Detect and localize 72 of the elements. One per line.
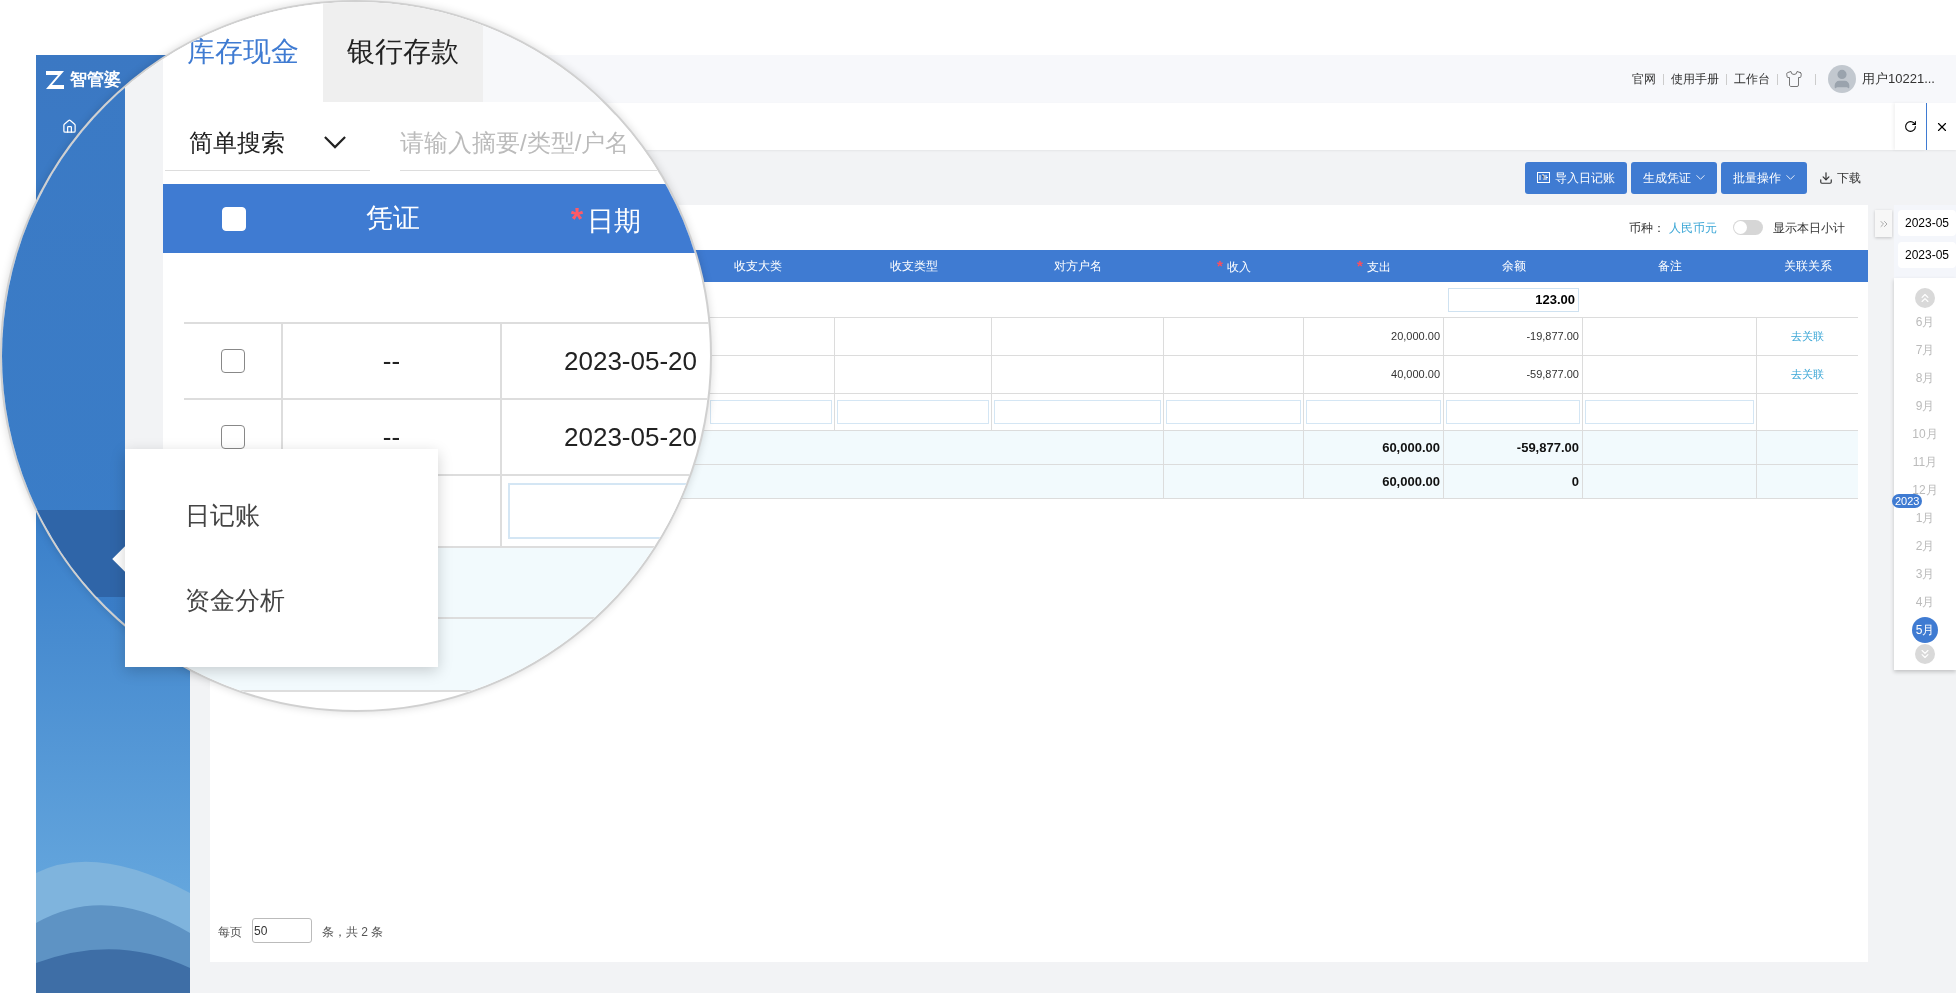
table-cell-text: 2023-05-20 (563, 344, 698, 378)
checkbox[interactable] (220, 349, 245, 373)
toolbar-button[interactable]: 导入日记账 (1525, 161, 1627, 194)
column-header: 关联关系 (1783, 258, 1832, 275)
currency-link[interactable]: 人民币元 (1669, 218, 1717, 237)
column-header: *日期 (570, 199, 642, 239)
refresh-icon (1904, 120, 1917, 133)
checkbox[interactable] (220, 425, 245, 449)
menu-item[interactable]: 日记账 (185, 496, 438, 534)
column-header: 余额 (1501, 258, 1526, 275)
avatar[interactable] (1828, 65, 1856, 93)
column-header: * 收入 (1217, 255, 1251, 276)
chevron-down-icon (324, 136, 346, 149)
month-item[interactable]: 5月 (1912, 617, 1938, 643)
import-icon (1537, 172, 1550, 183)
header-link[interactable]: 工作台 (1734, 70, 1770, 88)
tab[interactable]: 银行存款 (323, 2, 483, 102)
download-button[interactable]: 下载 (1819, 161, 1861, 194)
input-field[interactable] (994, 400, 1161, 424)
unlink-link[interactable]: 去关联 (1791, 366, 1824, 383)
download-icon (1819, 170, 1833, 185)
column-header: 凭证 (365, 202, 420, 236)
column-header: * 支出 (1357, 255, 1391, 276)
unlink-link[interactable]: 去关联 (1791, 328, 1824, 345)
input-field[interactable] (710, 400, 832, 424)
table-cell: 60,000.00 (1304, 465, 1444, 499)
chevron-down-icon (1696, 175, 1705, 180)
double-chevron-down-icon (1918, 647, 1932, 661)
column-header: 收支大类 (733, 258, 782, 275)
input-field[interactable] (1306, 400, 1441, 424)
input-field[interactable] (1446, 400, 1580, 424)
toggle-label: 显示本日小计 (1773, 219, 1845, 237)
scroll-down-button[interactable] (1915, 644, 1935, 664)
table-cell-text: 2023-05-20 (563, 420, 698, 454)
input-field[interactable] (1585, 400, 1754, 424)
table-cell: -59,877.00 (1444, 356, 1583, 394)
input-field[interactable] (1166, 400, 1301, 424)
input-field[interactable] (837, 400, 989, 424)
opening-balance-field[interactable]: 123.00 (1448, 287, 1579, 312)
collapse-button[interactable] (1875, 210, 1892, 237)
header-link[interactable]: 使用手册 (1671, 70, 1719, 88)
home-icon[interactable] (62, 119, 77, 134)
double-chevron-up-icon (1918, 291, 1932, 305)
column-header: 备注 (1658, 258, 1682, 275)
column-header: 收支类型 (889, 258, 938, 275)
page-size-label: 每页 (218, 924, 242, 941)
refresh-button[interactable] (1895, 103, 1926, 150)
currency-label: 币种： (1629, 219, 1665, 237)
toggle-switch[interactable] (1733, 220, 1763, 235)
page-size-field[interactable]: 50 (252, 918, 312, 943)
table-cell: 40,000.00 (1304, 356, 1444, 394)
user-name[interactable]: 用户10221... (1862, 69, 1935, 89)
table-cell: 20,000.00 (1304, 318, 1444, 356)
search-mode-dropdown[interactable]: 简单搜索 (165, 115, 370, 171)
tab[interactable]: 库存现金 (163, 2, 323, 102)
date-field[interactable]: 2023-05 (1898, 242, 1956, 268)
logo-icon (44, 69, 66, 91)
table-cell: 0 (1444, 465, 1583, 499)
pagination-summary: 条，共 2 条 (322, 924, 384, 941)
toolbar-button[interactable]: 生成凭证 (1631, 161, 1717, 194)
table-cell: -- (283, 324, 502, 398)
table-cell: -19,877.00 (1444, 318, 1583, 356)
toolbar-button[interactable]: 批量操作 (1721, 161, 1807, 194)
app-logo: 智管婆 (70, 69, 121, 92)
scroll-up-button[interactable] (1915, 288, 1935, 308)
header-link[interactable]: 官网 (1632, 70, 1656, 88)
shirt-icon[interactable] (1785, 70, 1803, 88)
year-badge: 2023 (1892, 494, 1923, 508)
chevron-down-icon (1786, 175, 1795, 180)
column-header: 对方户名 (1054, 258, 1102, 275)
menu-item[interactable]: 资金分析 (185, 582, 438, 620)
date-field[interactable]: 2023-05 (1898, 210, 1956, 236)
